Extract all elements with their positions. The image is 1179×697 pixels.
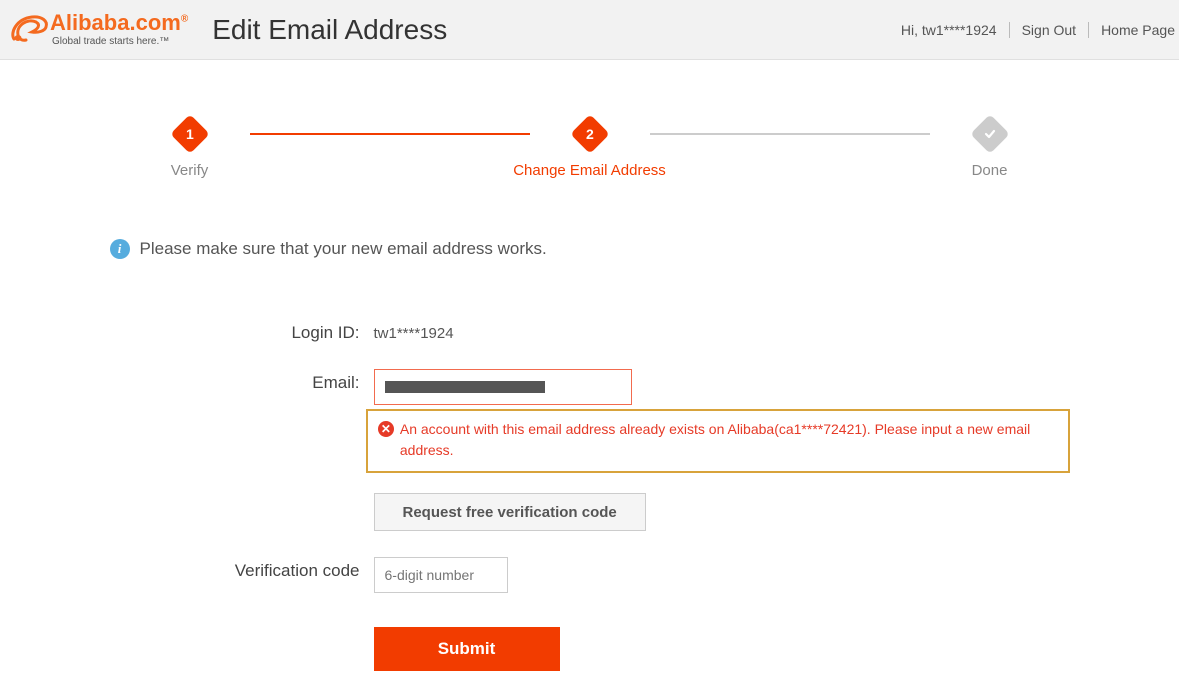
submit-button[interactable]: Submit (374, 627, 560, 671)
step-2-diamond: 2 (570, 114, 610, 154)
home-page-link[interactable]: Home Page (1101, 22, 1175, 38)
sign-out-link[interactable]: Sign Out (1022, 22, 1076, 38)
redacted-email (385, 381, 545, 393)
info-note: i Please make sure that your new email a… (110, 239, 1070, 259)
login-id-label: Login ID: (210, 319, 360, 343)
logo-tagline: Global trade starts here.™ (52, 36, 188, 47)
logo-main: Alibaba (50, 10, 129, 35)
request-code-button[interactable]: Request free verification code (374, 493, 646, 531)
submit-row: Submit (210, 627, 1070, 671)
step-1-number: 1 (186, 126, 194, 142)
verification-code-row: Verification code (210, 557, 1070, 593)
login-id-value: tw1****1924 (374, 319, 454, 342)
logo[interactable]: Alibaba.com® Global trade starts here.™ (8, 12, 188, 47)
page-title: Edit Email Address (212, 14, 901, 46)
info-note-text: Please make sure that your new email add… (140, 239, 547, 259)
error-row: ✕ An account with this email address alr… (210, 409, 1070, 473)
request-code-row: Request free verification code (210, 493, 1070, 531)
step-change-email: 2 Change Email Address (530, 120, 650, 179)
email-input[interactable] (374, 369, 632, 405)
verification-code-label: Verification code (210, 557, 360, 581)
greeting-text: Hi, tw1****1924 (901, 22, 997, 38)
progress-stepper: 1 Verify 2 Change Email Address Done (110, 120, 1070, 179)
logo-com: .com (129, 10, 180, 35)
step-verify: 1 Verify (130, 120, 250, 179)
logo-text: Alibaba.com® (50, 12, 188, 34)
step-line-2 (650, 133, 930, 135)
step-done: Done (930, 120, 1050, 179)
step-3-label: Done (972, 162, 1008, 179)
step-2-label: Change Email Address (513, 162, 666, 179)
error-icon: ✕ (378, 421, 394, 437)
logo-registered: ® (181, 14, 188, 25)
check-icon (983, 127, 997, 141)
email-row: Email: (210, 369, 1070, 405)
email-form: Login ID: tw1****1924 Email: ✕ An accoun… (210, 319, 1070, 671)
error-text: An account with this email address alrea… (400, 419, 1058, 461)
verification-code-input[interactable] (374, 557, 508, 593)
step-line-1 (250, 133, 530, 135)
header-right-links: Hi, tw1****1924 Sign Out Home Page (901, 22, 1179, 38)
separator (1009, 22, 1010, 38)
login-id-row: Login ID: tw1****1924 (210, 319, 1070, 343)
header-bar: Alibaba.com® Global trade starts here.™ … (0, 0, 1179, 60)
step-2-number: 2 (586, 126, 594, 142)
step-1-label: Verify (171, 162, 209, 179)
error-box: ✕ An account with this email address alr… (366, 409, 1070, 473)
alibaba-logo-icon (8, 13, 50, 47)
email-label: Email: (210, 369, 360, 393)
step-1-diamond: 1 (170, 114, 210, 154)
info-icon: i (110, 239, 130, 259)
separator (1088, 22, 1089, 38)
content-area: 1 Verify 2 Change Email Address Done i P… (110, 60, 1070, 671)
step-3-diamond (970, 114, 1010, 154)
